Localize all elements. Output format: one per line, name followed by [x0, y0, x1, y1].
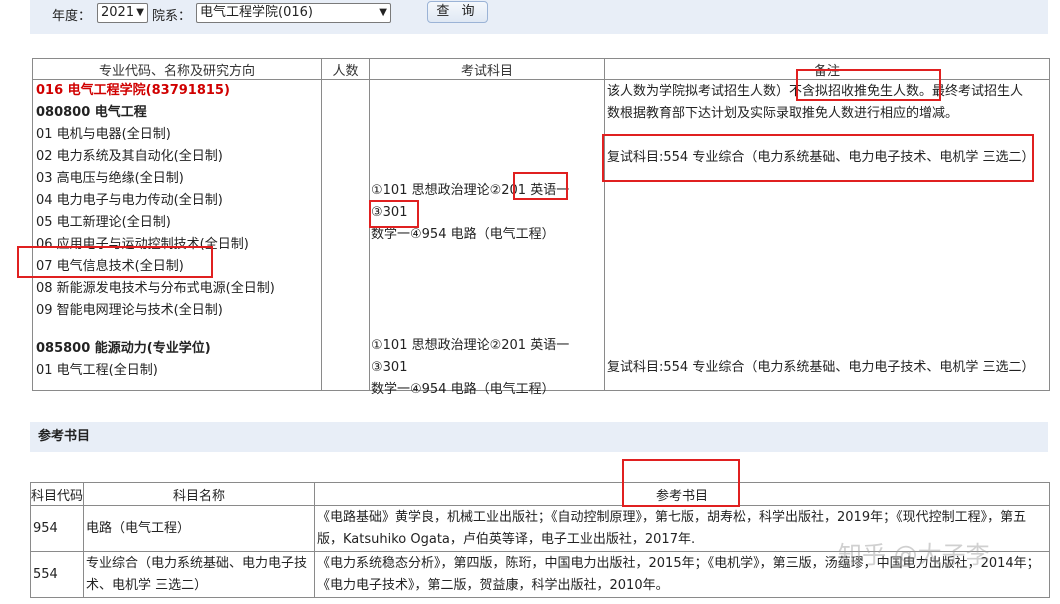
exam-line: 数学一④954 电路（电气工程）: [371, 382, 555, 397]
retest-note-2: 复试科目:554 专业综合（电力系统基础、电力电子技术、电机学 三选二）: [607, 360, 1035, 375]
college-title: 016 电气工程学院(83791815): [36, 83, 230, 98]
direction-item: 03 高电压与绝缘(全日制): [36, 171, 184, 186]
major-title: 080800 电气工程: [36, 105, 147, 120]
header-exam: 考试科目: [369, 58, 605, 80]
highlight-box: [17, 246, 213, 278]
notes-cell: [604, 79, 1050, 391]
direction-item: 01 电机与电器(全日制): [36, 127, 171, 142]
highlight-box: [796, 69, 941, 101]
query-button[interactable]: 查 询: [427, 1, 488, 23]
direction-item: 01 电气工程(全日制): [36, 363, 158, 378]
name-line: 术、电机学 三选二）: [86, 577, 208, 593]
direction-item: 09 智能电网理论与技术(全日制): [36, 303, 223, 318]
ref-line: 《电路基础》黄学良，机械工业出版社；《自动控制原理》，第七版，胡寿松，科学出版社…: [317, 509, 1027, 525]
exam-line: ①101 思想政治理论②201 英语一③301: [371, 338, 570, 375]
year-label: 年度：: [52, 9, 92, 24]
header-count: 人数: [321, 58, 370, 80]
watermark: 知乎 @大子李: [838, 541, 990, 569]
chevron-down-icon: ▼: [136, 7, 144, 18]
filter-bar: 年度： 2021 ▼ 院系： 电气工程学院(016) ▼ 查 询: [30, 0, 1048, 34]
book-name: 电路（电气工程）: [83, 505, 315, 552]
highlight-box: [602, 134, 1034, 182]
dept-select[interactable]: 电气工程学院(016) ▼: [196, 3, 391, 23]
name-line: 专业综合（电力系统基础、电力电子技: [86, 555, 308, 571]
header-major: 专业代码、名称及研究方向: [32, 58, 322, 80]
exam-subjects-2: ①101 思想政治理论②201 英语一③301 数学一④954 电路（电气工程）: [371, 335, 601, 401]
book-name: 专业综合（电力系统基础、电力电子技 术、电机学 三选二）: [83, 551, 315, 598]
highlight-box: [369, 200, 419, 228]
major-title: 085800 能源动力(专业学位): [36, 341, 211, 356]
chevron-down-icon: ▼: [379, 7, 387, 18]
dept-label: 院系：: [152, 9, 192, 24]
highlight-box: [513, 172, 568, 200]
ref-line: 《电力电子技术》，第二版，贺益康，科学出版社，2010年。: [317, 577, 669, 593]
year-value: 2021: [101, 5, 135, 20]
book-code: 954: [30, 505, 84, 552]
direction-item: 05 电工新理论(全日制): [36, 215, 171, 230]
note-line: 数根据教育部下达计划及实际录取推免人数进行相应的增减。: [607, 106, 959, 121]
dept-value: 电气工程学院(016): [200, 5, 313, 20]
count-cell: [321, 79, 370, 391]
book-code: 554: [30, 551, 84, 598]
section-title: 参考书目: [30, 422, 1048, 452]
year-select[interactable]: 2021 ▼: [97, 3, 148, 23]
highlight-box: [622, 459, 740, 507]
header-name: 科目名称: [83, 482, 315, 506]
header-code: 科目代码: [30, 482, 84, 506]
direction-item: 04 电力电子与电力传动(全日制): [36, 193, 223, 208]
direction-item: 08 新能源发电技术与分布式电源(全日制): [36, 281, 275, 296]
direction-item: 02 电力系统及其自动化(全日制): [36, 149, 223, 164]
